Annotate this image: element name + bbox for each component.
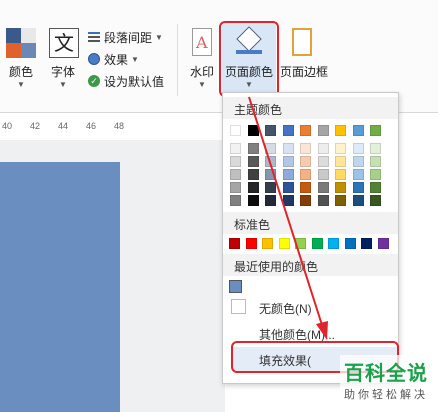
watermark-subtitle: 助你轻松解决 xyxy=(344,389,428,401)
watermark-title: 百科全说 xyxy=(344,363,428,385)
site-watermark: 百科全说 助你轻松解决 xyxy=(340,355,432,404)
annotation-arrow xyxy=(248,96,328,340)
